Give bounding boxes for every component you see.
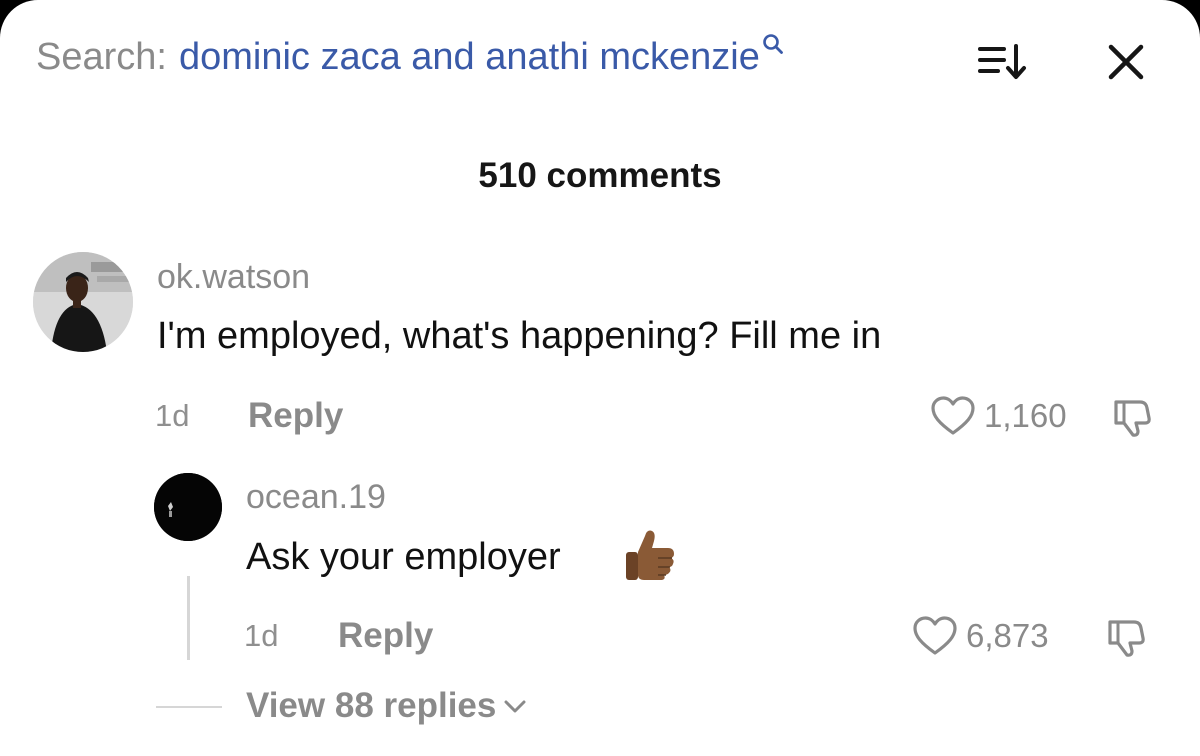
chevron-down-icon [504, 700, 526, 713]
view-replies-button[interactable]: View 88 replies [246, 686, 528, 726]
like-count: 1,160 [984, 397, 1067, 434]
comments-count: 510 comments [478, 156, 722, 195]
comment-timestamp: 1d [155, 398, 190, 433]
avatar[interactable] [154, 473, 222, 541]
thread-line [187, 576, 190, 660]
search-query-link[interactable]: dominic zaca and anathi mckenzie [179, 36, 760, 79]
like-count: 6,873 [966, 617, 1049, 654]
dislike-icon[interactable] [1104, 616, 1150, 658]
search-icon[interactable] [762, 33, 784, 55]
reply-button[interactable]: Reply [248, 396, 343, 436]
like-button[interactable]: 6,873 [912, 615, 1049, 657]
search-bar[interactable]: Search: dominic zaca and anathi mckenzie [36, 33, 784, 86]
reply-button[interactable]: Reply [338, 616, 433, 656]
search-prefix-label: Search: [36, 36, 167, 78]
sort-icon[interactable] [974, 40, 1030, 84]
heart-icon [931, 396, 975, 435]
heart-icon [913, 616, 957, 655]
comment-text: Ask your employer [246, 536, 561, 578]
like-button[interactable]: 1,160 [930, 395, 1067, 437]
replies-divider [156, 706, 222, 708]
view-replies-label: View 88 replies [246, 686, 497, 725]
dislike-icon[interactable] [1110, 396, 1156, 438]
comment-username[interactable]: ocean.19 [246, 478, 386, 517]
avatar[interactable] [33, 252, 133, 352]
comment-username[interactable]: ok.watson [157, 258, 310, 297]
comments-sheet: Search: dominic zaca and anathi mckenzie… [0, 0, 1200, 756]
comment-timestamp: 1d [244, 618, 279, 653]
close-icon[interactable] [1102, 38, 1150, 86]
comment-text: I'm employed, what's happening? Fill me … [157, 315, 882, 357]
thumbs-up-emoji [626, 530, 674, 580]
